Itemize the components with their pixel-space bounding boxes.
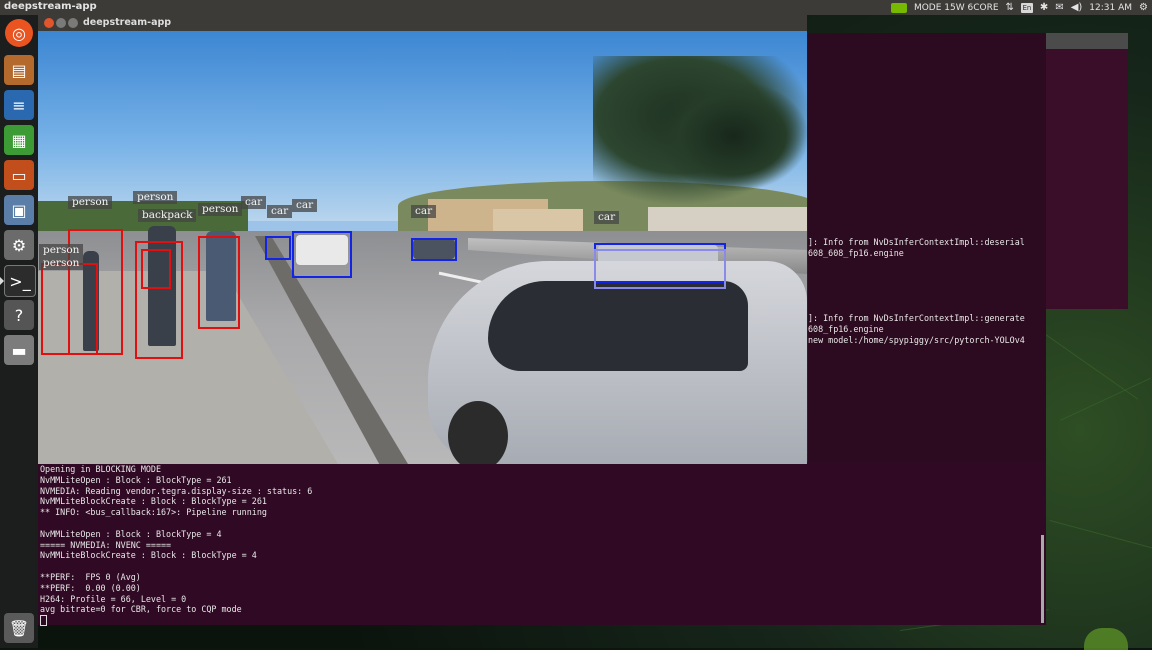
settings-icon[interactable]: ⚙ — [4, 230, 34, 260]
gear-icon[interactable]: ⚙ — [1139, 2, 1148, 13]
close-icon[interactable] — [44, 18, 54, 28]
background-window[interactable] — [1046, 33, 1128, 309]
background-window-titlebar[interactable] — [1046, 33, 1128, 49]
drive-icon[interactable]: ▬ — [4, 335, 34, 365]
scene-trees — [658, 81, 807, 191]
ubuntu-dash-icon[interactable]: ◎ — [5, 19, 33, 47]
terminal-line: NvMMLiteBlockCreate : Block : BlockType … — [40, 496, 267, 507]
terminal-line: 608_608_fp16.engine — [808, 247, 904, 258]
background-terminal-block-2: ]: Info from NvDsInferContextImpl::gener… — [808, 313, 1025, 345]
detection-label: person — [39, 244, 84, 257]
scene-car-wheel — [448, 401, 508, 464]
detection-label: car — [411, 205, 437, 218]
detection-box-car — [292, 231, 352, 278]
network-arrows-icon[interactable]: ⇅ — [1006, 2, 1014, 13]
terminal-output[interactable]: Opening in BLOCKING MODE NvMMLiteOpen : … — [38, 462, 1046, 628]
detection-label: car — [267, 205, 293, 218]
terminal-line: **PERF: FPS 0 (Avg) — [40, 571, 141, 582]
software-center-icon[interactable]: ▣ — [4, 195, 34, 225]
terminal-line: ]: Info from NvDsInferContextImpl::deser… — [808, 237, 1025, 247]
detection-label: backpack — [138, 209, 197, 222]
top-panel: deepstream-app MODE 15W 6CORE ⇅ En ✱ ✉ ◀… — [0, 0, 1152, 15]
terminal-line: new model:/home/spypiggy/src/pytorch-YOL… — [808, 334, 1025, 345]
writer-icon[interactable]: ≡ — [4, 90, 34, 120]
nvidia-logo — [1084, 628, 1128, 650]
terminal-line: ===== NVMEDIA: NVENC ===== — [40, 539, 172, 550]
impress-icon[interactable]: ▭ — [4, 160, 34, 190]
terminal-line: ** INFO: <bus_callback:167>: Pipeline ru… — [40, 507, 267, 518]
help-icon[interactable]: ? — [4, 300, 34, 330]
detection-label: person — [39, 257, 84, 270]
minimize-icon[interactable] — [56, 18, 66, 28]
terminal-scrollbar[interactable] — [1041, 535, 1044, 623]
mail-icon[interactable]: ✉ — [1055, 2, 1063, 13]
deepstream-app-window[interactable]: deepstream-app person person person pers… — [38, 15, 807, 464]
keyboard-layout-indicator[interactable]: En — [1020, 2, 1033, 13]
scene-car-window — [488, 281, 748, 371]
detection-box-backpack — [141, 249, 171, 289]
background-terminal-block-1: ]: Info from NvDsInferContextImpl::deser… — [808, 237, 1025, 259]
window-titlebar[interactable]: deepstream-app — [38, 15, 807, 31]
terminal-line: ]: Info from NvDsInferContextImpl::gener… — [808, 313, 1025, 323]
terminal-icon[interactable]: >_ — [4, 265, 36, 297]
detection-label: person — [68, 196, 113, 209]
terminal-line: NvMMLiteOpen : Block : BlockType = 261 — [40, 474, 232, 485]
terminal-cursor — [40, 615, 47, 627]
terminal-line: Opening in BLOCKING MODE — [40, 464, 162, 474]
terminal-line — [40, 518, 312, 529]
terminal-line: 608_fp16.engine — [808, 323, 884, 334]
terminal-line: **PERF: 0.00 (0.00) — [40, 582, 141, 593]
terminal-prompt[interactable] — [40, 615, 312, 628]
bluetooth-icon[interactable]: ✱ — [1040, 2, 1048, 13]
detection-label: person — [133, 191, 178, 204]
nvidia-icon[interactable] — [890, 2, 907, 13]
window-title: deepstream-app — [83, 17, 172, 28]
clock[interactable]: 12:31 AM — [1089, 3, 1132, 13]
detection-label: car — [594, 211, 620, 224]
terminal-line — [40, 561, 312, 572]
detection-label: car — [241, 196, 267, 209]
detection-box-car — [594, 249, 726, 289]
launcher: ◎ ▤ ≡ ▦ ▭ ▣ ⚙ >_ ? ▬ 🗑 — [0, 15, 38, 648]
system-tray: MODE 15W 6CORE ⇅ En ✱ ✉ ◀) 12:31 AM ⚙ — [890, 0, 1148, 15]
power-mode-label[interactable]: MODE 15W 6CORE — [914, 3, 999, 13]
terminal-lines: Opening in BLOCKING MODE NvMMLiteOpen : … — [40, 464, 312, 628]
calc-icon[interactable]: ▦ — [4, 125, 34, 155]
terminal-line: avg bitrate=0 for CBR, force to CQP mode — [40, 604, 242, 615]
video-output: person person person person person backp… — [38, 31, 807, 464]
scene-foreground-car — [428, 261, 807, 464]
terminal-line: NvMMLiteOpen : Block : BlockType = 4 — [40, 528, 222, 539]
active-app-name: deepstream-app — [4, 1, 97, 12]
detection-label: car — [292, 199, 318, 212]
terminal-line: NVMEDIA: Reading vendor.tegra.display-si… — [40, 485, 313, 496]
maximize-icon[interactable] — [68, 18, 78, 28]
files-icon[interactable]: ▤ — [4, 55, 34, 85]
detection-box-person — [198, 236, 240, 329]
detection-label: person — [198, 203, 243, 216]
terminal-line: NvMMLiteBlockCreate : Block : BlockType … — [40, 550, 257, 561]
volume-icon[interactable]: ◀) — [1071, 2, 1083, 13]
terminal-line: H264: Profile = 66, Level = 0 — [40, 593, 187, 604]
trash-icon[interactable]: 🗑 — [4, 613, 34, 643]
detection-box-car — [411, 238, 457, 261]
detection-box-car — [265, 236, 291, 260]
